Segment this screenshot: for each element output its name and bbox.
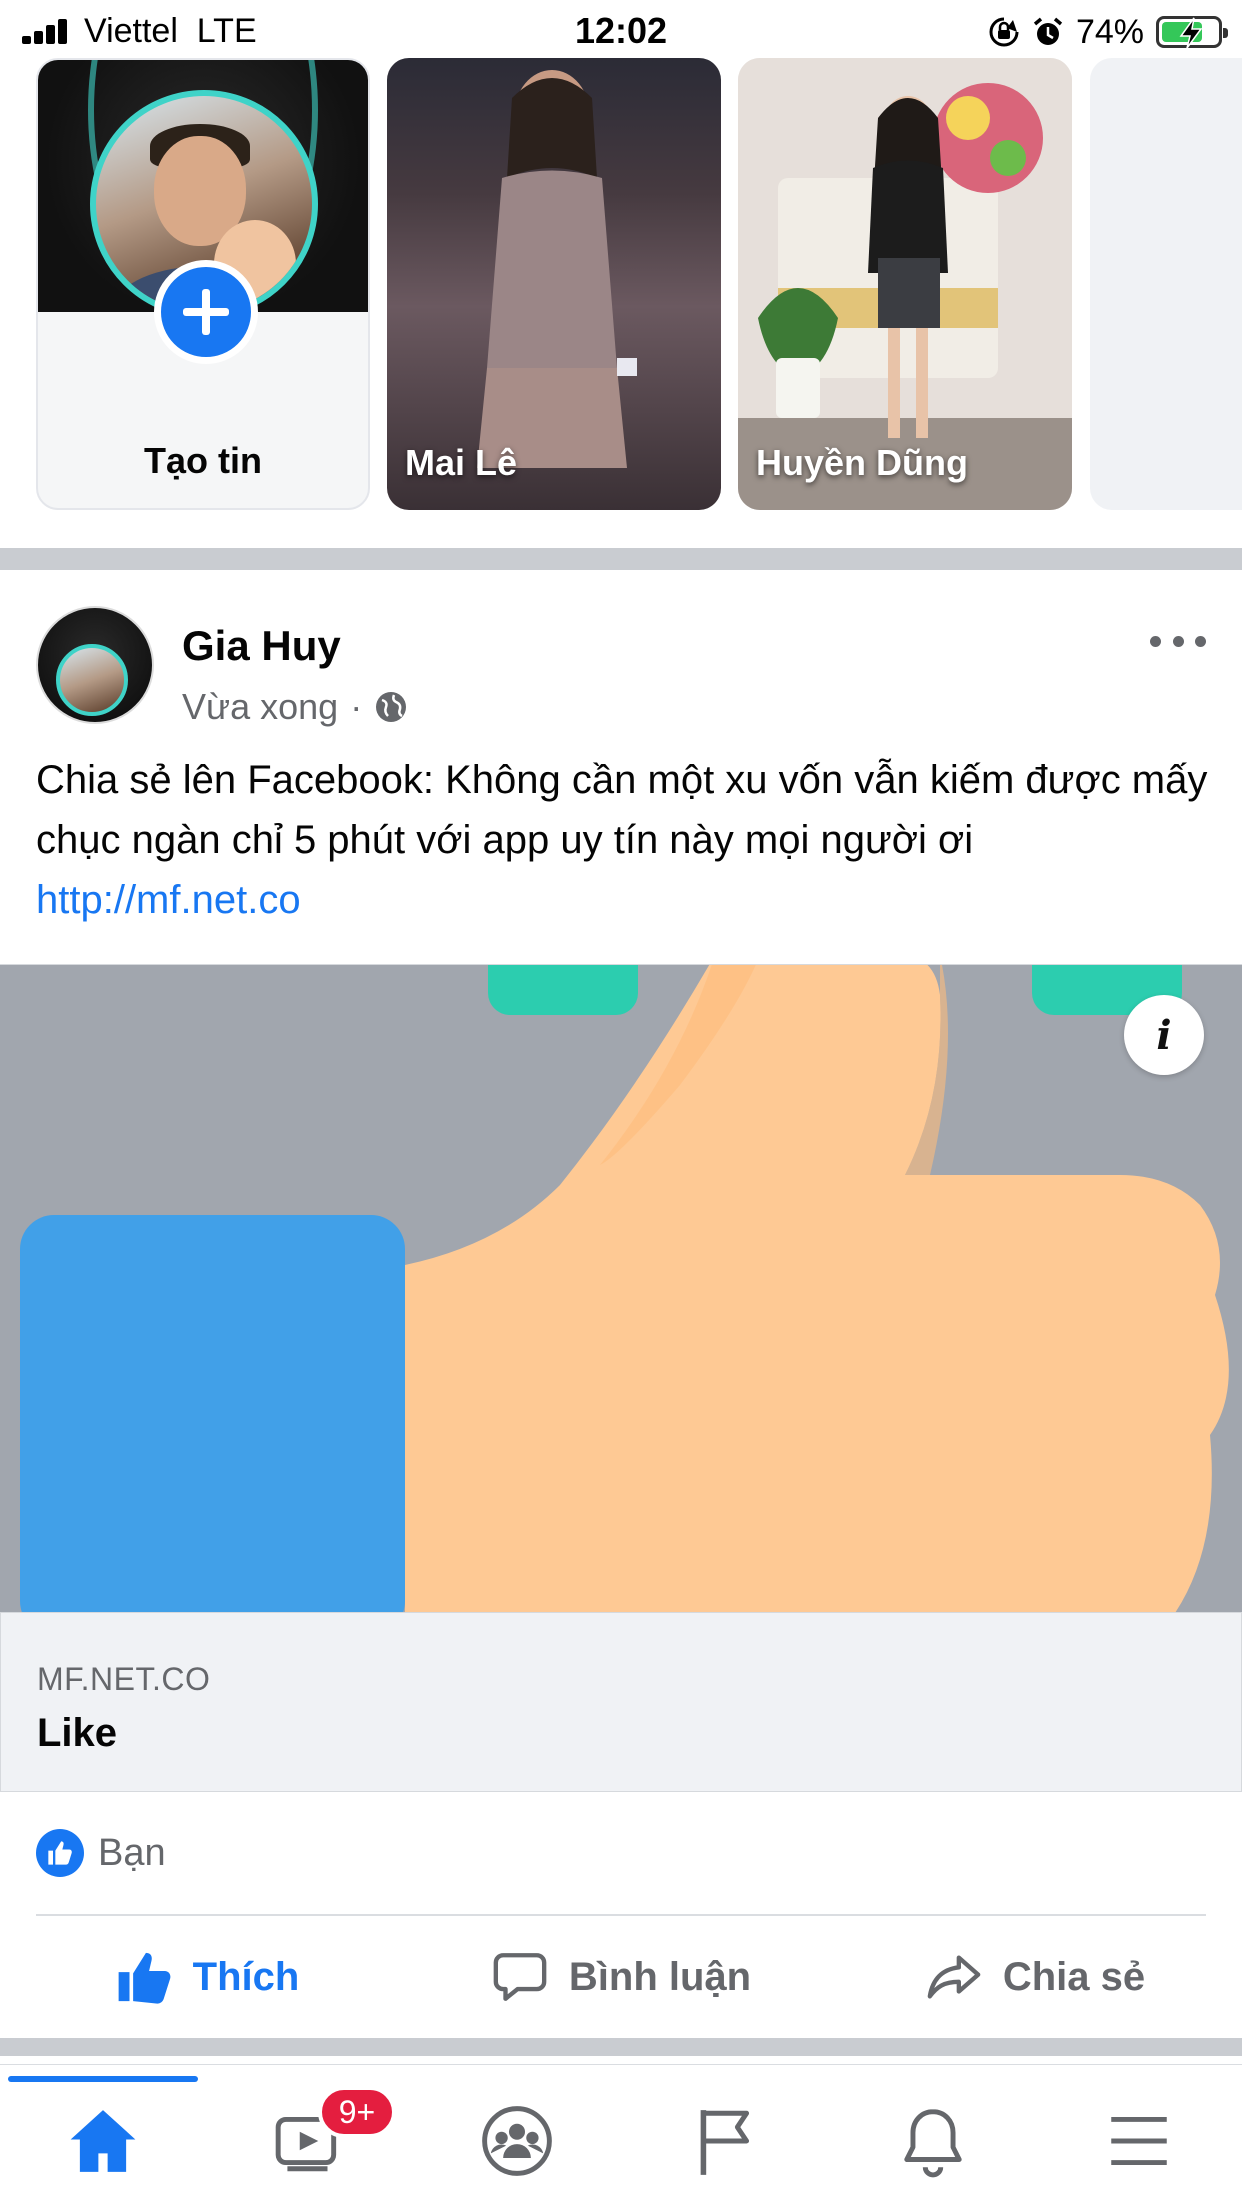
tab-notifications[interactable] [830,2100,1036,2182]
create-story-label: Tạo tin [144,440,262,481]
share-button[interactable]: Chia sẻ [828,1916,1242,2038]
thumbs-up-illustration [0,965,1242,1612]
active-tab-indicator [8,2076,198,2082]
alarm-icon [1033,17,1063,45]
comment-button[interactable]: Bình luận [414,1916,828,2038]
add-story-icon[interactable] [154,260,258,364]
share-icon [927,1955,981,1999]
tab-menu[interactable] [1036,2100,1242,2182]
story-photo [477,70,637,468]
status-right: 74% [988,12,1228,52]
post-link[interactable]: http://mf.net.co [36,878,301,922]
link-preview-card[interactable]: MF.NET.CO Like [0,1612,1242,1792]
feed-divider [0,548,1242,570]
story-card-huyen-dung[interactable]: Huyền Dũng [738,58,1072,510]
bell-icon [904,2109,962,2178]
battery-percent: 74% [1075,12,1144,51]
author-avatar[interactable] [36,606,154,724]
post-header: Gia Huy Vừa xong · [36,606,1206,728]
post-meta: Vừa xong · [182,686,408,728]
reactions-summary[interactable]: Bạn [36,1828,166,1878]
create-story-card[interactable]: Tạo tin [36,58,370,510]
post-actions: Thích Bình luận Chia sẻ [0,1916,1242,2038]
share-label: Chia sẻ [1002,1954,1146,1999]
meta-separator: · [350,686,363,727]
flag-icon [700,2110,750,2175]
info-icon[interactable]: i [1124,995,1204,1075]
tab-groups[interactable] [414,2100,620,2182]
story-name: Huyền Dũng [756,442,968,483]
stories-tray: Tạo tin Mai Lê Huyền Dũng [0,58,1242,548]
tab-pages[interactable] [622,2100,828,2182]
tab-home[interactable] [0,2100,206,2182]
story-card-mai-le[interactable]: Mai Lê [387,58,721,510]
author-name[interactable]: Gia Huy [182,622,341,670]
comment-label: Bình luận [568,1954,752,1999]
link-domain: MF.NET.CO [37,1661,211,1697]
story-name: Mai Lê [405,442,518,483]
status-bar: Viettel LTE 12:02 74% [0,0,1242,62]
link-title: Like [37,1711,118,1755]
orientation-lock-icon [989,17,1019,47]
groups-icon [482,2106,552,2176]
like-reaction-icon [36,1829,84,1877]
reaction-text: Bạn [98,1831,166,1874]
globe-icon [376,692,407,722]
video-notification-badge: 9+ [318,2086,396,2138]
story-card-partial[interactable] [1090,58,1242,510]
post-body: Chia sẻ lên Facebook: Không cần một xu v… [36,758,1208,862]
feed-divider-bottom [0,2038,1242,2056]
like-button[interactable]: Thích [0,1916,414,2038]
like-label: Thích [192,1954,300,1999]
battery-charging-icon [1156,16,1228,49]
menu-icon [1111,2116,1167,2166]
post-more-button[interactable] [1150,626,1206,656]
thumbs-up-icon [118,1952,171,2004]
post-time[interactable]: Vừa xong [182,686,338,728]
post-text: Chia sẻ lên Facebook: Không cần một xu v… [36,750,1216,930]
home-icon [70,2110,136,2172]
comment-icon [493,1953,547,2001]
link-preview-image[interactable]: i [0,964,1242,1612]
